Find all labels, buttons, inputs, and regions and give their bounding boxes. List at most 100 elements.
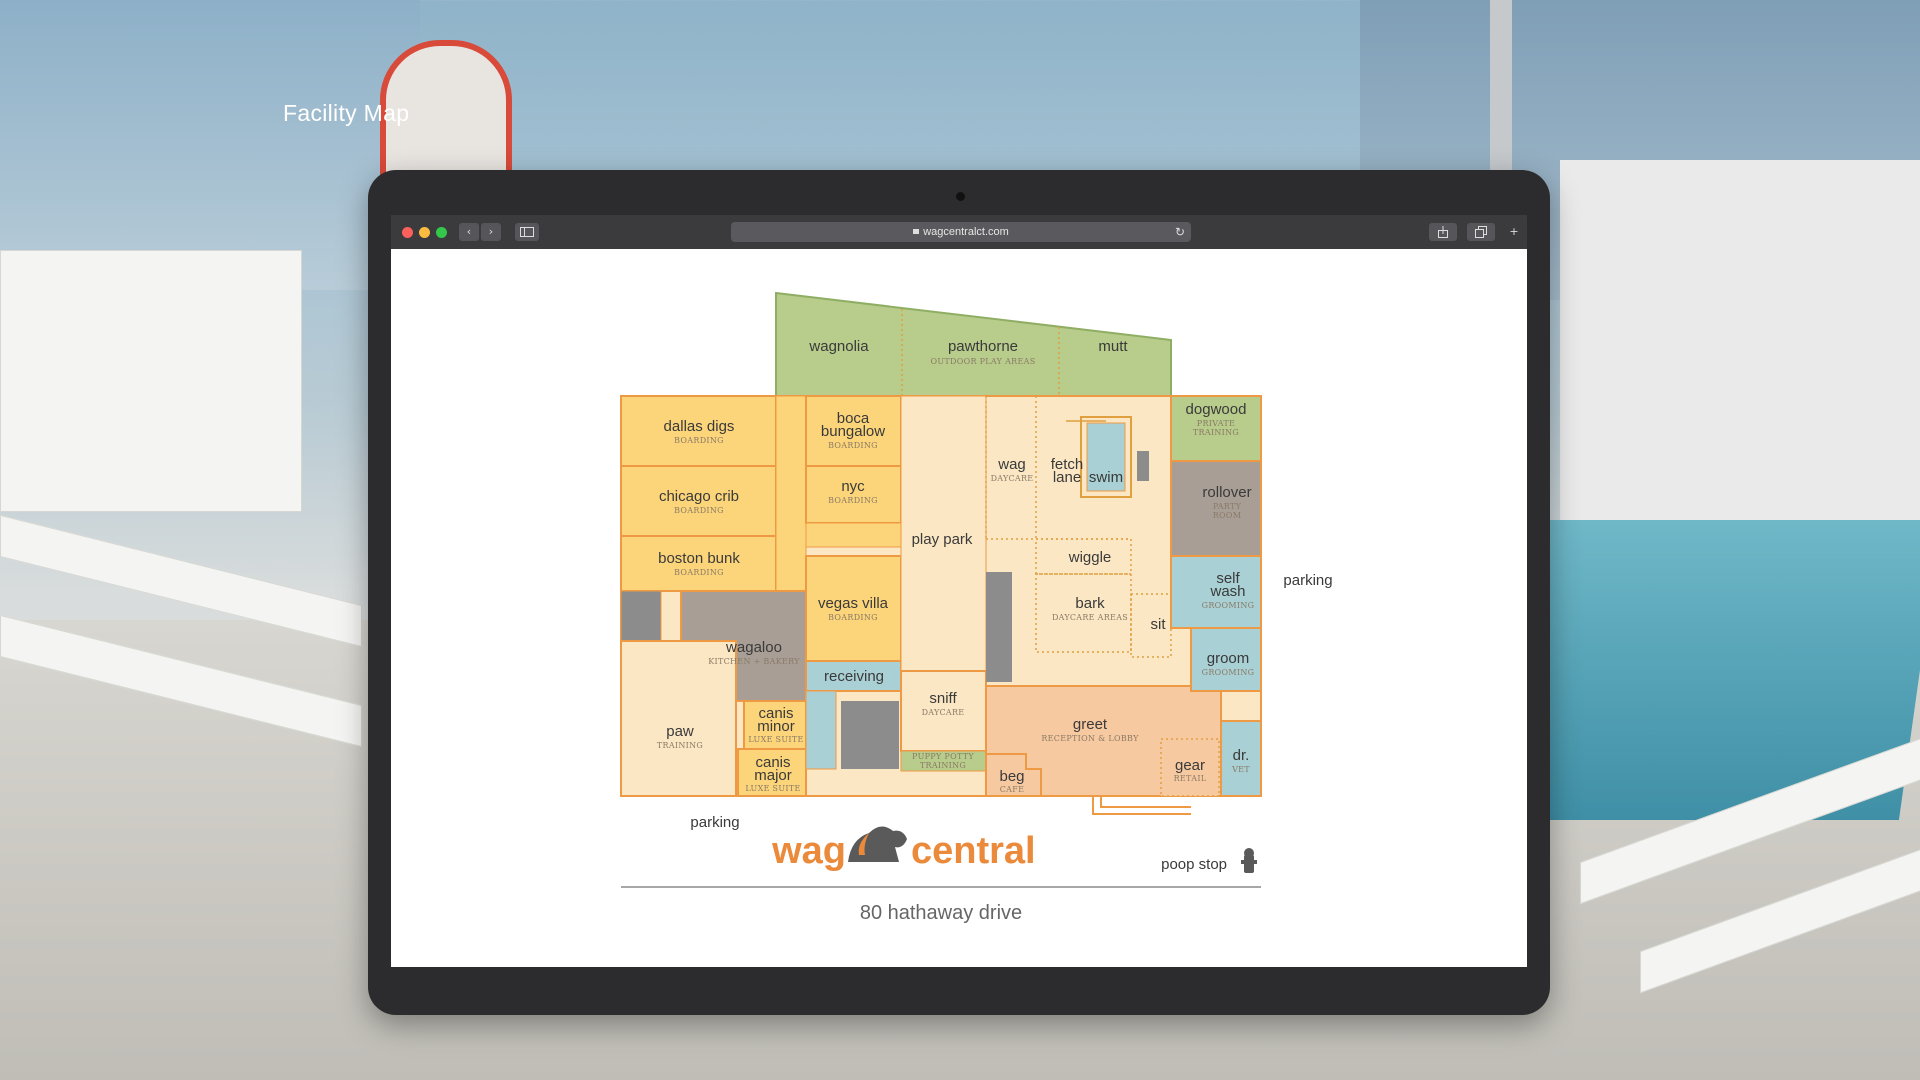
label-bark: bark [1075,595,1105,612]
label-beg: beg [999,768,1024,785]
label-parking-right: parking [1283,572,1332,589]
label-pawthorne-sub: OUTDOOR PLAY AREAS [930,357,1035,366]
chevron-left-icon: ‹ [466,225,472,238]
label-poop-stop: poop stop [1161,856,1227,873]
forward-button[interactable]: › [481,223,501,241]
label-chicago-crib-sub: BOARDING [674,506,724,515]
background-railing-left [0,250,302,512]
hallway-boarding [775,395,807,592]
address-text: 80 hathaway drive [860,902,1022,924]
sidebar-icon [520,227,534,237]
label-groom-sub: GROOMING [1202,668,1255,677]
label-dallas-digs: dallas digs [664,418,735,435]
label-dogwood: dogwood [1186,401,1247,418]
label-self-wash-sub: GROOMING [1202,601,1255,610]
label-bark-sub: DAYCARE AREAS [1052,613,1128,622]
plus-icon: + [1509,225,1519,238]
label-beg-sub: CAFE [1000,785,1025,794]
label-rollover-sub2: ROOM [1213,511,1242,520]
storage-room [620,590,662,642]
label-boston-bunk: boston bunk [658,550,740,567]
label-nyc: nyc [841,478,865,495]
label-dogwood-sub2: TRAINING [1193,428,1239,437]
share-button[interactable] [1429,223,1457,241]
label-paw: paw [666,723,694,740]
label-greet: greet [1073,716,1108,733]
url-text: wagcentralct.com [923,226,1009,238]
label-bungalow: bungalow [821,423,885,440]
label-rollover: rollover [1202,484,1251,501]
label-wiggle: wiggle [1068,549,1112,566]
entrance-ramp [1100,796,1191,808]
label-receiving: receiving [824,668,884,685]
label-wagaloo-sub: KITCHEN + BAKERY [708,657,800,666]
label-wagnolia: wagnolia [808,338,869,355]
receiving-dock [805,690,837,770]
label-sniff-sub: DAYCARE [922,708,965,717]
back-button[interactable]: ‹ [459,223,479,241]
label-canis-major-sub: LUXE SUITE [745,784,800,793]
fire-hydrant-icon [1241,848,1257,873]
new-tab-button[interactable]: + [1505,223,1523,241]
address-bar[interactable]: wagcentralct.com ↻ [731,222,1191,242]
page-viewport: wagnolia pawthorne OUTDOOR PLAY AREAS mu… [391,249,1527,967]
label-sniff: sniff [929,690,957,707]
facility-map: wagnolia pawthorne OUTDOOR PLAY AREAS mu… [620,291,1333,924]
camera-icon [956,192,965,201]
share-icon [1438,226,1448,238]
label-gear-sub: RETAIL [1174,774,1207,783]
browser-window: ‹ › wagcentralct.com ↻ + wagnolia pawtho… [391,215,1527,967]
label-rollover-sub1: PARTY [1213,502,1242,511]
tabs-overview-button[interactable] [1467,223,1495,241]
label-canis-minor-2: minor [757,718,795,735]
label-greet-sub: RECEPTION & LOBBY [1041,734,1139,743]
pool-equipment [1137,451,1149,481]
hallway-nyc [805,522,902,548]
maximize-window-button[interactable] [436,227,447,238]
label-mutt: mutt [1098,338,1128,355]
label-wag: wag [997,456,1026,473]
label-canis-minor-sub: LUXE SUITE [748,735,803,744]
label-wag-sub: DAYCARE [991,474,1034,483]
label-nyc-sub: BOARDING [828,496,878,505]
reload-icon[interactable]: ↻ [1175,222,1185,242]
minimize-window-button[interactable] [419,227,430,238]
label-vegas-villa: vegas villa [818,595,889,612]
lock-icon [913,229,920,234]
page-title: Facility Map [283,100,410,126]
label-play-park: play park [912,531,973,548]
label-pawthorne: pawthorne [948,338,1018,355]
label-paw-sub: TRAINING [657,741,703,750]
background-counter [1560,160,1920,520]
label-chicago-crib: chicago crib [659,488,739,505]
label-vegas-villa-sub: BOARDING [828,613,878,622]
chevron-right-icon: › [488,225,494,238]
label-lane: lane [1053,469,1081,486]
label-dallas-digs-sub: BOARDING [674,436,724,445]
corridor-wall [986,572,1012,682]
close-window-button[interactable] [402,227,413,238]
entrance-ramp [1092,796,1191,815]
label-canis-major-2: major [754,767,792,784]
label-dr-sub: VET [1231,765,1250,774]
label-puppy-potty: PUPPY POTTY [912,752,974,761]
label-boca-sub: BOARDING [828,441,878,450]
tabs-icon [1475,226,1487,238]
brand-wag: wag [771,830,846,872]
label-parking-bottom: parking [690,814,739,831]
label-swim: swim [1089,469,1123,486]
sidebar-toggle-button[interactable] [515,223,539,241]
label-dogwood-sub1: PRIVATE [1197,419,1235,428]
background-pole [1490,0,1512,180]
label-wash: wash [1209,583,1245,600]
label-boston-bunk-sub: BOARDING [674,568,724,577]
label-groom: groom [1207,650,1250,667]
label-wagaloo: wagaloo [725,639,782,656]
background-wall-left [0,0,420,290]
label-puppy-potty-sub: TRAINING [920,761,966,770]
label-dr: dr. [1233,747,1250,764]
loading-bay [841,701,899,769]
brand-central: central [911,830,1036,872]
browser-toolbar: ‹ › wagcentralct.com ↻ + [391,215,1527,249]
label-sit: sit [1151,616,1167,633]
